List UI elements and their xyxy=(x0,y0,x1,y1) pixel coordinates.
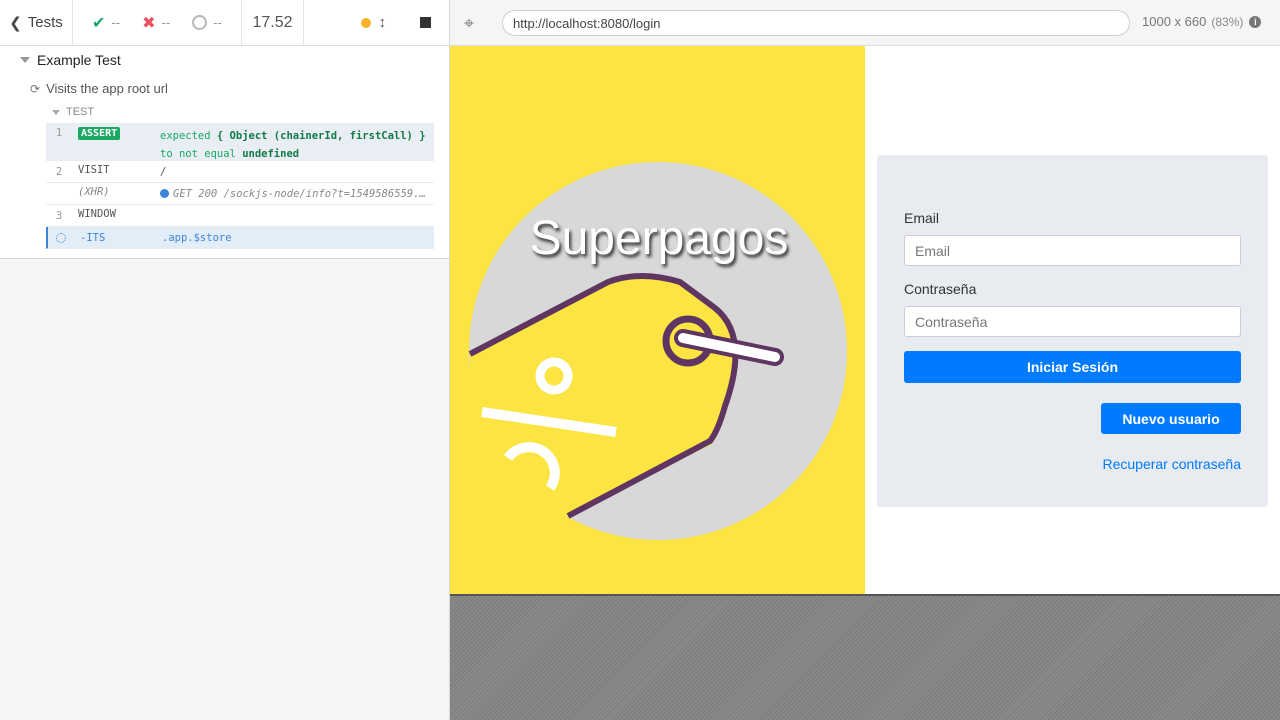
login-button[interactable]: Iniciar Sesión xyxy=(904,351,1241,383)
assert-actual: { Object (chainerId, firstCall) xyxy=(216,130,413,142)
pending-stat: -- xyxy=(192,15,222,30)
x-icon: ✖ xyxy=(142,14,156,32)
command-row-xhr[interactable]: (XHR) GET 200 /sockjs-node/info?t=154958… xyxy=(46,183,434,205)
circle-notch-icon xyxy=(192,15,208,30)
reporter-controls: ↕ xyxy=(304,0,449,45)
command-number: 3 xyxy=(55,209,63,222)
password-label: Contraseña xyxy=(904,281,977,297)
chevron-left-icon: ❮ xyxy=(9,14,22,32)
command-message: GET 200 /sockjs-node/info?t=1549586559..… xyxy=(156,181,434,207)
failed-count: -- xyxy=(161,15,171,30)
command-number: 1 xyxy=(55,127,63,139)
tests-label: Tests xyxy=(27,14,63,31)
passed-count: -- xyxy=(111,15,121,30)
duration: 17.52 xyxy=(242,0,304,45)
spinner-icon xyxy=(56,233,66,243)
command-name: WINDOW xyxy=(78,207,116,220)
xhr-message-text: GET 200 /sockjs-node/info?t=1549586559..… xyxy=(173,187,430,200)
suite-title-text: Example Test xyxy=(37,52,121,68)
viewport-empty-area xyxy=(450,594,1280,720)
refresh-icon: ⟳ xyxy=(30,81,41,96)
crosshair-icon[interactable]: ⌖ xyxy=(464,13,474,34)
command-row-its[interactable]: -ITS .app.$store xyxy=(46,227,434,249)
app-under-test-frame: Superpagos Email Email Contraseña Contra… xyxy=(450,46,1280,594)
command-message: expected { Object (chainerId, firstCall)… xyxy=(156,123,434,160)
command-message: .app.$store xyxy=(162,231,232,244)
failed-stat: ✖ -- xyxy=(142,13,170,33)
command-name: VISIT xyxy=(78,163,110,176)
hook-title[interactable]: TEST xyxy=(52,106,94,118)
caret-down-icon xyxy=(20,57,30,63)
command-name: ASSERT xyxy=(72,123,156,160)
test-title-text: Visits the app root url xyxy=(46,81,168,96)
command-log: 1 ASSERT expected { Object (chainerId, f… xyxy=(46,123,434,249)
command-name: -ITS xyxy=(80,231,106,244)
command-name: (XHR) xyxy=(78,185,110,198)
email-field[interactable]: Email xyxy=(904,235,1241,266)
pending-count: -- xyxy=(213,15,222,30)
test-reporter-panel: ❮ Tests ✔ -- ✖ -- -- 17.52 ↕ Example Tes… xyxy=(0,0,450,720)
hook-title-text: TEST xyxy=(66,106,95,118)
command-number: 2 xyxy=(55,165,63,178)
url-bar[interactable]: http://localhost:8080/login xyxy=(502,10,1130,36)
assert-badge: ASSERT xyxy=(78,127,121,140)
login-card: Email Email Contraseña Contraseña Inicia… xyxy=(877,155,1268,507)
password-field[interactable]: Contraseña xyxy=(904,306,1241,337)
recover-password-link[interactable]: Recuperar contraseña xyxy=(1102,456,1241,472)
arrows-vertical-icon[interactable]: ↕ xyxy=(379,14,387,31)
command-row-assert[interactable]: 1 ASSERT expected { Object (chainerId, f… xyxy=(46,123,434,161)
test-stats: ✔ -- ✖ -- -- xyxy=(73,0,242,45)
passed-stat: ✔ -- xyxy=(92,13,120,33)
test-title[interactable]: ⟳ Visits the app root url xyxy=(30,81,168,96)
aut-header: ⌖ http://localhost:8080/login 1000 x 660… xyxy=(450,0,1280,46)
brand-panel: Superpagos xyxy=(450,46,865,594)
caret-down-icon xyxy=(52,109,60,115)
info-icon[interactable]: i xyxy=(1249,15,1262,28)
command-spinner xyxy=(48,229,74,246)
new-user-button[interactable]: Nuevo usuario xyxy=(1101,403,1241,434)
xhr-status-icon xyxy=(160,189,169,198)
viewport-size: 1000 x 660 xyxy=(1142,14,1207,29)
command-message xyxy=(156,212,434,220)
viewport-scale: (83%) xyxy=(1211,14,1244,29)
runnable-tree: Example Test ⟳ Visits the app root url T… xyxy=(0,46,449,259)
assert-actual-close: } xyxy=(419,130,426,142)
auto-scroll-indicator-icon[interactable] xyxy=(360,17,371,28)
stop-icon[interactable] xyxy=(420,17,431,28)
email-label: Email xyxy=(904,210,940,226)
viewport-info: 1000 x 660 (83%) i xyxy=(1142,14,1262,29)
assert-expected: expected xyxy=(160,130,211,142)
price-tag-illustration xyxy=(468,162,847,540)
brand-title: Superpagos xyxy=(529,212,789,265)
check-icon: ✔ xyxy=(92,14,106,32)
reporter-header: ❮ Tests ✔ -- ✖ -- -- 17.52 ↕ xyxy=(0,0,449,46)
suite-title[interactable]: Example Test xyxy=(20,52,121,68)
tests-button[interactable]: ❮ Tests xyxy=(0,0,73,45)
